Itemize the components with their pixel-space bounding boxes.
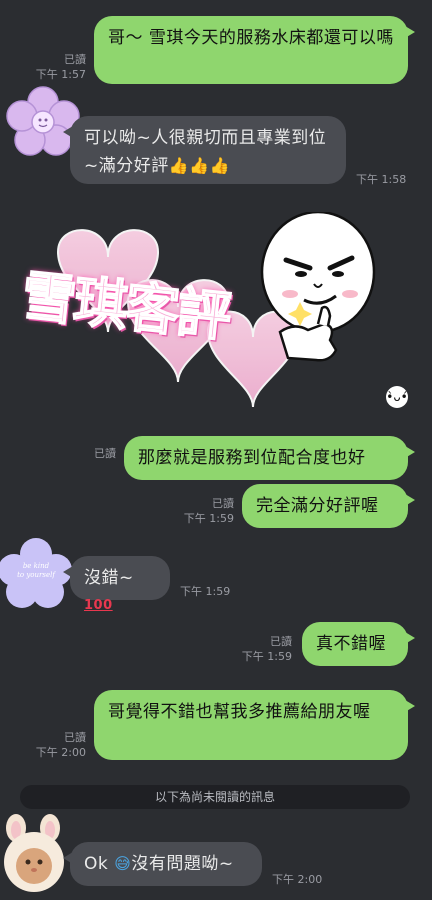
message-bubble-outgoing[interactable]: 真不錯喔 [302,622,415,666]
sweat-smile-icon: 😅 [114,854,132,873]
message-bubble-incoming[interactable]: 沒錯~ 100 [63,556,170,613]
hundred-points-icon: 100 [84,598,113,613]
message-time: 下午 2:00 [272,873,323,886]
message-bubble-outgoing[interactable]: 完全滿分好評喔 [242,484,415,528]
message-text: 哥覺得不錯也幫我多推薦給朋友喔 [108,702,371,722]
message-text: 沒有問題呦~ [131,854,234,874]
avatar-caption: be kind to yourself [17,562,55,579]
flower-avatar-icon [6,86,80,156]
read-receipt: 已讀 [94,447,116,460]
sticker-message[interactable]: 雪琪客評 [18,212,410,422]
message-bubble-incoming[interactable]: 可以呦~人很親切而且專業到位~滿分好評👍👍👍 [63,116,346,184]
message-time: 下午 1:59 [180,585,231,598]
thumbs-up-icon: 👍👍👍 [168,156,231,175]
unread-divider: 以下為尚未閱讀的訊息 [20,785,410,809]
read-receipt: 已讀 下午 1:59 [241,635,292,663]
message-time: 下午 1:58 [356,173,407,186]
message-text: 真不錯喔 [316,634,386,654]
read-receipt: 已讀 下午 1:57 [35,53,86,81]
read-receipt: 已讀 下午 2:00 [35,731,86,759]
contact-avatar[interactable] [0,812,68,900]
chat-window: 已讀 下午 1:57 哥～ 雪琪今天的服務水床都還可以嗎 可以呦~人很親切而且專… [0,0,432,900]
read-receipt: 已讀 下午 1:59 [183,497,234,525]
contact-avatar[interactable]: be kind to yourself [0,536,72,612]
message-text: 沒錯~ [84,568,134,588]
message-bubble-outgoing[interactable]: 哥覺得不錯也幫我多推薦給朋友喔 [94,690,415,760]
contact-avatar[interactable] [6,86,80,158]
message-text: 哥～ 雪琪今天的服務水床都還可以嗎 [108,28,394,48]
message-bubble-incoming[interactable]: Ok 😅沒有問題呦~ [63,842,262,886]
message-bubble-outgoing[interactable]: 那麼就是服務到位配合度也好 [124,436,415,480]
bunny-avatar-icon [4,814,64,892]
message-text: 那麼就是服務到位配合度也好 [138,448,366,468]
message-bubble-outgoing[interactable]: 哥～ 雪琪今天的服務水床都還可以嗎 [94,16,415,84]
sticker-small-face-icon: •̀ᴗ•́ [386,386,408,408]
message-text: 完全滿分好評喔 [256,496,379,516]
message-prefix: Ok [84,854,109,874]
